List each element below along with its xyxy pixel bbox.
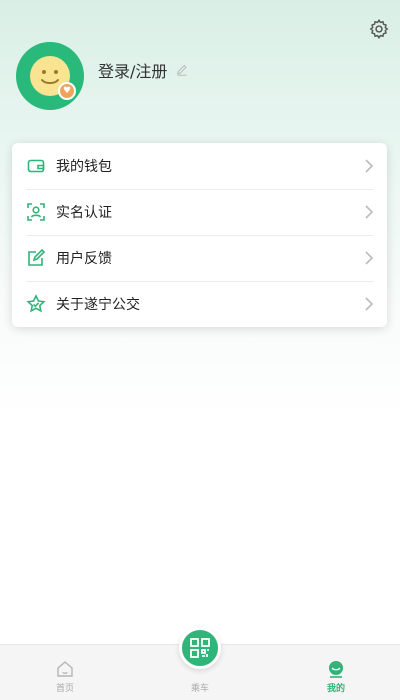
menu-item-label: 用户反馈 — [56, 251, 112, 267]
ride-qr-button[interactable] — [179, 627, 221, 669]
chevron-right-icon — [365, 297, 373, 311]
login-text: 登录/注册 — [98, 62, 168, 81]
smiley-avatar-icon: ♥ — [16, 42, 84, 110]
tab-label: 我的 — [326, 684, 345, 694]
avatar[interactable]: ♥ — [16, 42, 84, 110]
menu-item-label: 我的钱包 — [56, 159, 112, 175]
login-register-link[interactable]: 登录/注册 — [98, 58, 189, 82]
menu-item-label: 实名认证 — [56, 205, 112, 221]
chevron-right-icon — [365, 205, 373, 219]
edit-icon — [28, 248, 46, 266]
home-icon — [57, 661, 73, 677]
star-icon — [26, 294, 46, 313]
bottom-tab-bar: 首页 乘车 我的 — [0, 627, 400, 700]
tab-label: 乘车 — [190, 684, 209, 694]
qr-code-icon — [190, 638, 210, 658]
menu-item-about[interactable]: 关于遂宁公交 — [12, 281, 387, 327]
tab-ride[interactable]: 乘车 — [170, 681, 230, 694]
face-scan-icon — [27, 203, 45, 221]
menu-card: 我的钱包 实名认证 用户反馈 关于遂宁公交 — [12, 143, 387, 327]
edit-pencil-icon — [177, 64, 188, 76]
wallet-icon — [27, 159, 45, 173]
chevron-right-icon — [365, 251, 373, 265]
heart-icon: ♥ — [58, 82, 76, 100]
person-icon — [329, 661, 343, 678]
menu-item-label: 关于遂宁公交 — [56, 297, 140, 313]
tab-mine[interactable]: 我的 — [306, 660, 366, 694]
menu-item-feedback[interactable]: 用户反馈 — [12, 235, 387, 281]
tab-label: 首页 — [55, 684, 74, 694]
gear-icon[interactable] — [368, 18, 390, 40]
profile-header: ♥ 登录/注册 — [16, 42, 386, 112]
chevron-right-icon — [365, 159, 373, 173]
menu-item-real-name[interactable]: 实名认证 — [12, 189, 387, 235]
tab-home[interactable]: 首页 — [35, 660, 95, 694]
menu-item-wallet[interactable]: 我的钱包 — [12, 143, 387, 189]
